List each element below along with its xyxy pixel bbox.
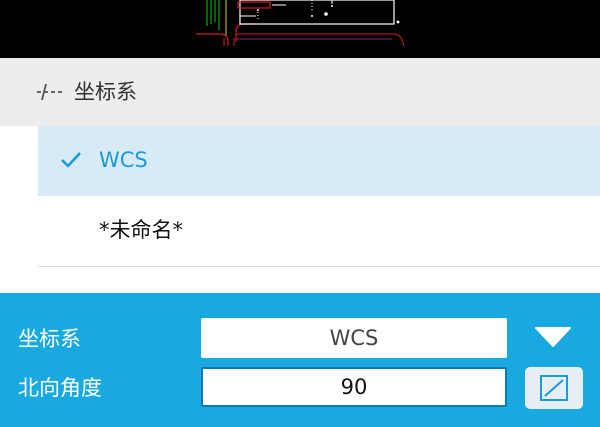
pick-angle-button[interactable] [525, 367, 583, 409]
list-item-unnamed[interactable]: *未命名* [38, 196, 600, 267]
checkmark-icon [60, 151, 82, 173]
axis-icon [36, 82, 66, 106]
property-bar: 坐标系 WCS 北向角度 90 [0, 293, 600, 427]
coordinate-system-label: 坐标系 [18, 327, 81, 351]
section-title: 坐标系 [74, 80, 137, 104]
coordinate-system-panel: 坐标系 WCS *未命名* [0, 58, 600, 293]
cad-drawing-lines [196, 0, 405, 47]
north-angle-input[interactable]: 90 [201, 367, 507, 407]
cad-drawing-preview[interactable] [0, 0, 600, 58]
list-item-label: WCS [99, 148, 148, 172]
north-angle-label: 北向角度 [18, 376, 102, 400]
section-header-coordinate-system[interactable]: 坐标系 [0, 58, 600, 126]
coordinate-system-field[interactable]: WCS [201, 318, 507, 358]
list-item-wcs[interactable]: WCS [38, 126, 600, 196]
triangle-down-icon[interactable] [535, 326, 571, 348]
list-item-label: *未命名* [99, 218, 183, 242]
